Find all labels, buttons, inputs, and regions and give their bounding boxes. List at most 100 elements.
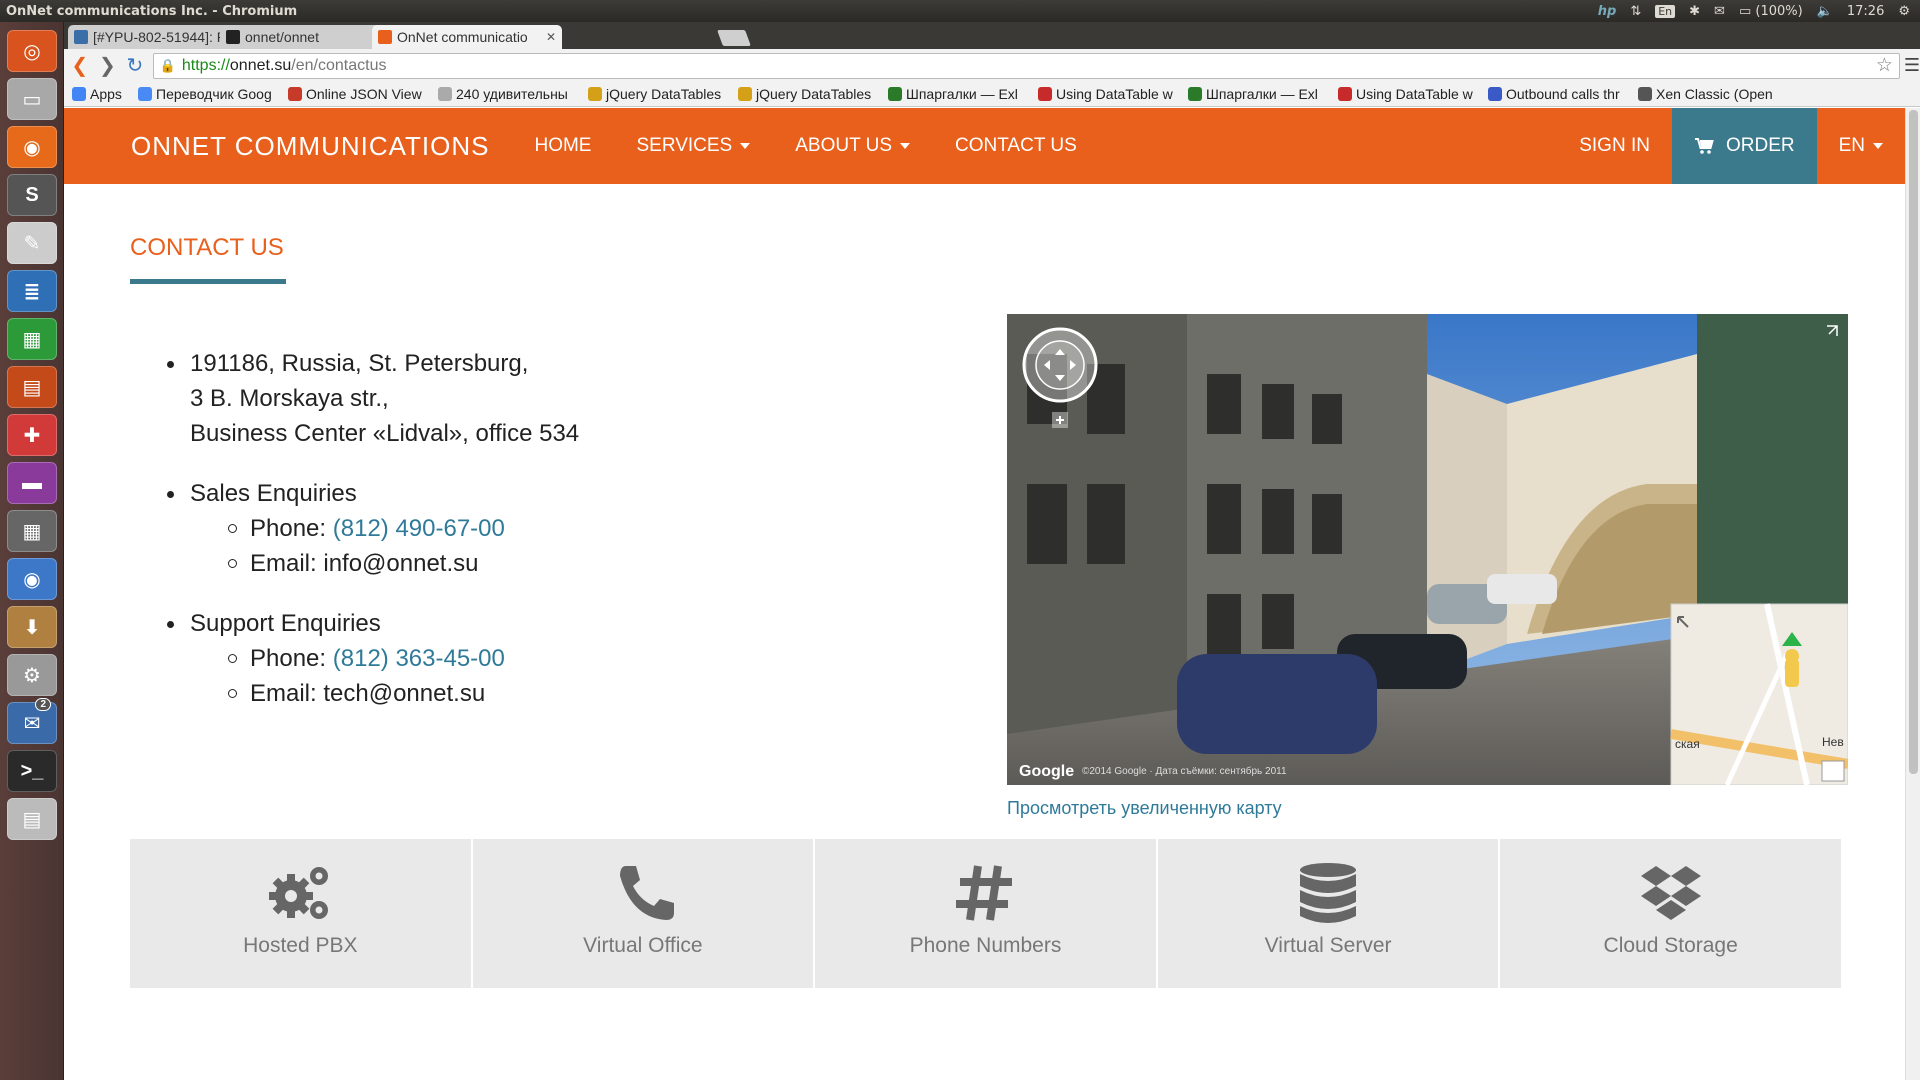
dash-home-icon[interactable]: ◎ (7, 30, 57, 72)
secure-lock-icon[interactable]: 🔒 (160, 58, 176, 74)
bookmark-label: Outbound calls thr (1506, 86, 1620, 102)
thunderbird-icon[interactable]: ✉ 2 (7, 698, 57, 744)
tab-title: onnet/onnet (245, 29, 319, 45)
bookmark-item[interactable]: Outbound calls thr (1488, 86, 1630, 102)
tab-title: [#YPU-802-51944]: Re (93, 29, 235, 45)
sales-phone-row: Phone: (812) 490-67-00 (190, 511, 830, 546)
service-phone-numbers[interactable]: Phone Numbers (815, 839, 1156, 988)
sales-phone-link[interactable]: (812) 490-67-00 (333, 515, 505, 542)
service-cloud-storage[interactable]: Cloud Storage (1500, 839, 1841, 988)
firefox-icon[interactable]: ◉ (7, 126, 57, 168)
bookmark-item[interactable]: jQuery DataTables (588, 86, 730, 102)
site-navbar: ONNET COMMUNICATIONS HOME SERVICES ABOUT… (64, 108, 1905, 184)
tab-close-icon[interactable]: ✕ (546, 30, 556, 44)
language-dropdown[interactable]: EN (1817, 135, 1905, 157)
clock[interactable]: 17:26 (1847, 4, 1884, 19)
nav-services-dropdown[interactable]: SERVICES (636, 135, 751, 157)
bookmark-label: jQuery DataTables (756, 86, 872, 102)
view-larger-map-link[interactable]: Просмотреть увеличенную карту (1007, 798, 1282, 819)
bookmark-favicon (1038, 87, 1052, 101)
service-label: Cloud Storage (1603, 934, 1738, 957)
address-bar[interactable]: 🔒 https://onnet.su/en/contactus ☆ (152, 52, 1900, 79)
browser-menu-icon[interactable]: ☰ (1904, 55, 1920, 76)
service-virtual-server[interactable]: Virtual Server (1157, 839, 1499, 988)
sublime-text-icon[interactable]: S (7, 174, 57, 216)
bookmark-item[interactable]: Using DataTable w (1338, 86, 1480, 102)
minimap-toggle-button[interactable] (1821, 760, 1845, 782)
nav-about-dropdown[interactable]: ABOUT US (795, 135, 911, 157)
disk-utility-icon[interactable]: ⚙ (7, 654, 57, 696)
street-view-image[interactable]: Google ©2014 Google · Дата съёмки: сентя… (1007, 314, 1848, 785)
files-icon[interactable]: ▭ (7, 78, 57, 120)
site-brand[interactable]: ONNET COMMUNICATIONS (131, 131, 489, 162)
back-arrow-icon[interactable]: ❮ (68, 54, 92, 78)
app-icon[interactable]: ▬ (7, 462, 57, 504)
mini-map[interactable]: ская Нев (1670, 603, 1848, 785)
hashtag-icon (956, 865, 1013, 921)
bluetooth-icon[interactable]: ✱ (1689, 4, 1700, 19)
support-phone-link[interactable]: (812) 363-45-00 (333, 645, 505, 672)
bookmark-favicon (438, 87, 452, 101)
page-scrollbar[interactable] (1905, 108, 1920, 1080)
bookmark-favicon (888, 87, 902, 101)
service-virtual-office[interactable]: Virtual Office (472, 839, 814, 988)
support-email: tech@onnet.su (323, 680, 486, 707)
mail-icon[interactable]: ✉ (1714, 4, 1725, 19)
calculator-icon[interactable]: ▦ (7, 510, 57, 552)
bookmark-item[interactable]: 240 удивительны (438, 86, 580, 102)
tab-onnet-contact[interactable]: OnNet communicatio ✕ (372, 25, 562, 49)
tab-favicon (74, 30, 88, 44)
volume-icon[interactable]: 🔈 (1817, 4, 1833, 19)
sign-in-link[interactable]: SIGN IN (1557, 135, 1672, 157)
bookmarks-bar: Apps Переводчик Goog Online JSON View 240 у… (64, 82, 1920, 107)
sales-email-row: Email: info@onnet.su (190, 546, 830, 581)
forward-arrow-icon[interactable]: ❯ (96, 54, 120, 78)
nav-home[interactable]: HOME (534, 135, 591, 157)
workspace-switcher-icon[interactable]: ▤ (7, 798, 57, 840)
zoom-in-button[interactable] (1052, 412, 1068, 428)
bookmark-label: Шпаргалки — Exl (1206, 86, 1318, 102)
keyboard-layout-indicator[interactable]: En (1655, 4, 1676, 18)
bookmark-item[interactable]: Using DataTable w (1038, 86, 1180, 102)
system-settings-icon[interactable]: ✚ (7, 414, 57, 456)
libreoffice-calc-icon[interactable]: ▦ (7, 318, 57, 360)
chromium-icon[interactable]: ◉ (7, 558, 57, 600)
order-button[interactable]: ORDER (1671, 108, 1817, 184)
apps-shortcut[interactable]: Apps (72, 86, 130, 102)
text-editor-icon[interactable]: ✎ (7, 222, 57, 264)
new-tab-button[interactable] (717, 30, 751, 46)
minimap-label-1: ская (1675, 737, 1700, 751)
nav-contact[interactable]: CONTACT US (955, 135, 1077, 157)
settings-gear-icon[interactable]: ⚙ (1898, 4, 1910, 19)
battery-indicator[interactable]: ▭ (100%) (1739, 4, 1803, 19)
street-view-pan-control[interactable] (1022, 327, 1098, 403)
terminal-icon[interactable]: >_ (7, 750, 57, 792)
address-line-1: 191186, Russia, St. Petersburg, (190, 350, 529, 377)
hp-printer-icon[interactable]: hp (1598, 4, 1617, 19)
caret-down-icon (1873, 143, 1883, 149)
bookmark-item[interactable]: Online JSON View (288, 86, 430, 102)
bookmark-item[interactable]: jQuery DataTables (738, 86, 880, 102)
tab-favicon (378, 30, 392, 44)
url-protocol: https:// (181, 56, 230, 74)
archive-manager-icon[interactable]: ⬇ (7, 606, 57, 648)
bookmark-item[interactable]: Шпаргалки — Exl (888, 86, 1030, 102)
bookmark-label: jQuery DataTables (606, 86, 722, 102)
bookmark-item[interactable]: Шпаргалки — Exl (1188, 86, 1330, 102)
reload-icon[interactable]: ↻ (123, 54, 147, 78)
bookmark-star-icon[interactable]: ☆ (1876, 54, 1893, 77)
bookmark-label: Using DataTable w (1056, 86, 1173, 102)
street-view-map[interactable]: Google ©2014 Google · Дата съёмки: сентя… (1007, 314, 1848, 785)
bookmark-favicon (138, 87, 152, 101)
browser-tab-strip: [#YPU-802-51944]: Re ✕ onnet/onnet ✕ OnN… (64, 22, 1920, 49)
nav-contact-label: CONTACT US (955, 135, 1077, 156)
network-icon[interactable]: ⇅ (1630, 4, 1641, 19)
scrollbar-thumb[interactable] (1909, 110, 1918, 774)
libreoffice-impress-icon[interactable]: ▤ (7, 366, 57, 408)
bookmark-item[interactable]: Переводчик Goog (138, 86, 280, 102)
service-hosted-pbx[interactable]: Hosted PBX (130, 839, 471, 988)
tab-title: OnNet communicatio (397, 29, 528, 45)
bookmark-item[interactable]: Xen Classic (Open (1638, 86, 1780, 102)
cart-icon (1694, 138, 1714, 154)
libreoffice-writer-icon[interactable]: ≣ (7, 270, 57, 312)
